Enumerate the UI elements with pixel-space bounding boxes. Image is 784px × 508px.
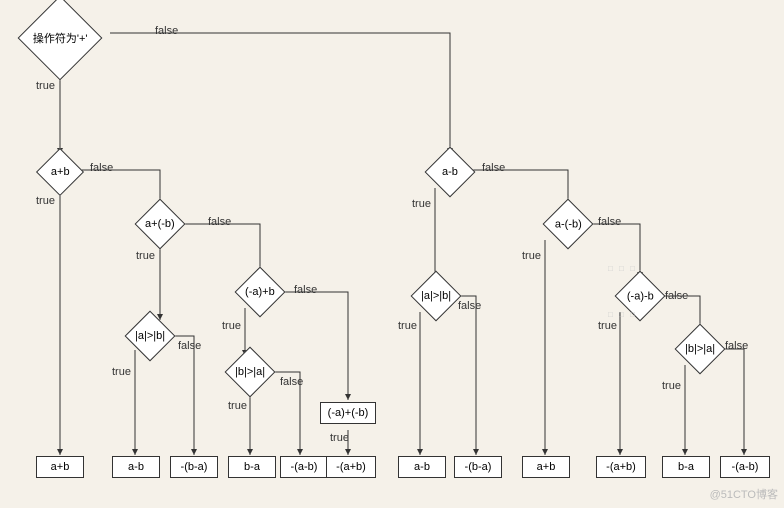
result-r3: -(b-a) <box>170 456 218 478</box>
result-r5: -(a-b) <box>280 456 328 478</box>
label-false: false <box>665 290 688 302</box>
label-false: false <box>280 376 303 388</box>
watermark: @51CTO博客 <box>710 486 778 502</box>
result-r9: a+b <box>522 456 570 478</box>
label-true: true <box>112 366 131 378</box>
selection-handles: □ □ □ <box>608 310 637 319</box>
label-true: true <box>662 380 681 392</box>
label-true: true <box>598 320 617 332</box>
label-false: false <box>598 216 621 228</box>
decision-nega-plus-negb: (-a)+(-b) <box>320 402 376 424</box>
label-false: false <box>458 300 481 312</box>
result-r7: a-b <box>398 456 446 478</box>
flow-edges <box>0 0 784 508</box>
label-false: false <box>725 340 748 352</box>
label-false: false <box>208 216 231 228</box>
label-true: true <box>222 320 241 332</box>
label-false: false <box>90 162 113 174</box>
result-r8: -(b-a) <box>454 456 502 478</box>
label-true: true <box>36 80 55 92</box>
result-r1: a+b <box>36 456 84 478</box>
result-r10: -(a+b) <box>596 456 646 478</box>
result-r2: a-b <box>112 456 160 478</box>
selection-handles: □ □ □ <box>608 264 637 273</box>
label-true: true <box>228 400 247 412</box>
label-true: true <box>398 320 417 332</box>
label-true: true <box>330 432 349 444</box>
label-false: false <box>155 25 178 37</box>
result-r12: -(a-b) <box>720 456 770 478</box>
label-false: false <box>482 162 505 174</box>
result-r11: b-a <box>662 456 710 478</box>
label-true: true <box>522 250 541 262</box>
label-false: false <box>294 284 317 296</box>
label-false: false <box>178 340 201 352</box>
label-true: true <box>36 195 55 207</box>
label-true: true <box>136 250 155 262</box>
result-r4: b-a <box>228 456 276 478</box>
result-r6: -(a+b) <box>326 456 376 478</box>
label-true: true <box>412 198 431 210</box>
